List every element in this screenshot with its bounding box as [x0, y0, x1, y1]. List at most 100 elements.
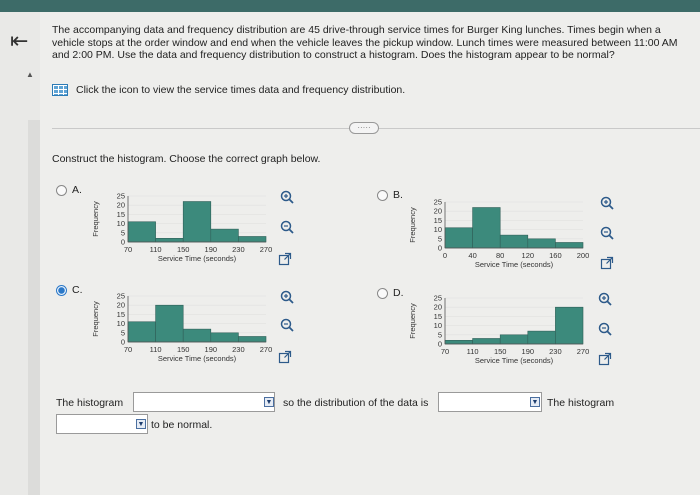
distribution-dropdown[interactable]: ▼ — [438, 392, 542, 412]
expand-more-button[interactable]: ····· — [349, 122, 379, 134]
histogram-d: 0 5 10 15 20 25 70 110 150 190 230 270 Service Time … — [405, 292, 590, 376]
data-link-label[interactable]: Click the icon to view the service times… — [76, 84, 405, 96]
popout-icon[interactable] — [278, 350, 292, 364]
zoom-out-icon[interactable] — [280, 318, 294, 332]
x-tick-label: 230 — [232, 245, 245, 254]
y-tick-label: 25 — [434, 198, 442, 207]
histogram-bar — [155, 238, 184, 243]
histogram-bar — [527, 330, 556, 345]
histogram-bar — [127, 221, 156, 243]
table-grid-icon[interactable] — [52, 84, 68, 96]
histogram-bar — [238, 236, 267, 243]
y-tick-label: 5 — [121, 328, 125, 337]
histogram-bar — [555, 242, 584, 249]
histogram-bar — [444, 227, 473, 249]
y-tick-label: 10 — [117, 219, 125, 228]
zoom-out-icon[interactable] — [280, 220, 294, 234]
histogram-bar — [238, 336, 267, 343]
histogram-bar — [444, 340, 473, 345]
y-tick-label: 25 — [117, 192, 125, 201]
histogram-bar — [499, 234, 529, 249]
histogram-bar — [499, 334, 529, 345]
question-text: The accompanying data and frequency dist… — [52, 24, 678, 61]
y-tick-label: 10 — [434, 321, 442, 330]
histogram-bar — [182, 328, 212, 343]
histogram-bar — [555, 306, 584, 345]
histogram-svg: 051015202570 110 150 190 230 270Service Time … — [91, 192, 273, 264]
popout-icon[interactable] — [278, 252, 292, 266]
histogram-c: 0 5 10 15 20 25 70 110 150 190 230 270 Service Time … — [88, 290, 273, 374]
x-axis-title: Service Time (seconds) — [158, 354, 237, 363]
y-tick-label: 20 — [434, 303, 442, 312]
histogram-shape-dropdown[interactable]: ▼ — [133, 392, 275, 412]
chevron-down-icon[interactable]: ▼ — [530, 397, 540, 407]
x-tick-label: 110 — [150, 345, 162, 354]
option-a-label[interactable]: A. — [72, 184, 82, 196]
x-tick-label: 0 — [443, 251, 447, 260]
histogram-bar — [210, 228, 239, 243]
y-axis-title: Frequency — [91, 201, 100, 237]
x-tick-label: 190 — [522, 347, 535, 356]
y-tick-label: 5 — [438, 234, 442, 243]
x-tick-label: 70 — [441, 347, 449, 356]
histogram-svg: 051015202570 110 150 190 230 270Service Time … — [91, 292, 273, 364]
x-tick-label: 70 — [124, 345, 132, 354]
histogram-bar — [472, 338, 501, 345]
option-b-label[interactable]: B. — [393, 189, 403, 201]
x-tick-label: 70 — [124, 245, 132, 254]
instruction-text: Construct the histogram. Choose the corr… — [52, 153, 321, 165]
scrollbar[interactable] — [28, 120, 40, 495]
x-tick-label: 270 — [260, 245, 273, 254]
y-axis-title: Frequency — [408, 207, 417, 243]
x-tick-label: 230 — [232, 345, 245, 354]
histogram-bar — [182, 201, 212, 243]
x-tick-label: 150 — [177, 345, 190, 354]
x-tick-label: 270 — [260, 345, 273, 354]
data-link[interactable]: Click the icon to view the service times… — [52, 84, 405, 96]
y-tick-label: 15 — [434, 216, 442, 225]
x-tick-label: 110 — [150, 245, 162, 254]
top-bar — [0, 0, 700, 12]
option-c-label[interactable]: C. — [72, 284, 83, 296]
zoom-in-icon[interactable] — [280, 190, 294, 204]
collapse-arrow-icon[interactable]: ▲ — [26, 70, 34, 79]
y-tick-label: 25 — [434, 294, 442, 303]
histogram-bar — [210, 332, 239, 343]
x-tick-label: 270 — [577, 347, 590, 356]
chevron-down-icon[interactable]: ▼ — [136, 419, 146, 429]
x-axis-title: Service Time (seconds) — [475, 356, 554, 365]
histogram-bar — [127, 321, 156, 343]
option-d-label[interactable]: D. — [393, 287, 404, 299]
back-arrow-icon[interactable]: ⇤ — [10, 28, 28, 54]
answer-part1-prefix: The histogram — [56, 397, 124, 409]
option-d-radio[interactable] — [377, 288, 388, 299]
y-tick-label: 20 — [434, 207, 442, 216]
zoom-out-icon[interactable] — [600, 226, 614, 240]
x-tick-label: 200 — [577, 251, 590, 260]
option-b-radio[interactable] — [377, 190, 388, 201]
y-tick-label: 15 — [117, 210, 125, 219]
x-tick-label: 80 — [496, 251, 504, 260]
y-tick-label: 15 — [434, 312, 442, 321]
x-axis-title: Service Time (seconds) — [475, 260, 554, 269]
chevron-down-icon[interactable]: ▼ — [264, 397, 274, 407]
histogram-bar — [155, 304, 184, 343]
popout-icon[interactable] — [598, 352, 612, 366]
option-c-radio[interactable] — [56, 285, 67, 296]
y-tick-label: 20 — [117, 201, 125, 210]
histogram-svg: 0510152025 0 40 80 120 160 200 Service Time (se… — [408, 198, 590, 270]
zoom-in-icon[interactable] — [598, 292, 612, 306]
zoom-in-icon[interactable] — [600, 196, 614, 210]
popout-icon[interactable] — [600, 256, 614, 270]
y-axis-title: Frequency — [91, 301, 100, 337]
appears-dropdown[interactable]: ▼ — [56, 414, 148, 434]
answer-part1-suffix: so the distribution of the data is — [283, 397, 429, 409]
option-a-radio[interactable] — [56, 185, 67, 196]
zoom-out-icon[interactable] — [598, 322, 612, 336]
answer-part2-suffix: to be normal. — [151, 419, 213, 431]
x-tick-label: 160 — [549, 251, 562, 260]
y-tick-label: 15 — [117, 310, 125, 319]
y-tick-label: 5 — [121, 228, 125, 237]
zoom-in-icon[interactable] — [280, 290, 294, 304]
x-tick-label: 40 — [468, 251, 476, 260]
